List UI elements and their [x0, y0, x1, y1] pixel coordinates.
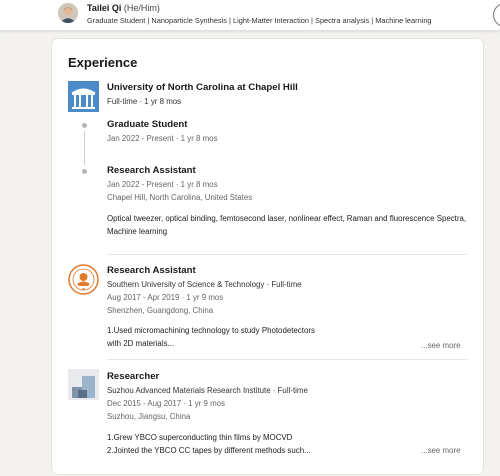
- position-title: Research Assistant: [107, 265, 196, 276]
- position-location: Shenzhen, Guangdong, China: [107, 306, 214, 315]
- position-description-line-2: 2.Jointed the YBCO CC tapes by different…: [107, 446, 311, 455]
- divider: [107, 254, 467, 255]
- role-dates: Jan 2022 - Present · 1 yr 8 mos: [107, 180, 218, 189]
- position-location: Suzhou, Jiangsu, China: [107, 412, 191, 421]
- more-button[interactable]: [493, 3, 500, 27]
- experience-card: Experience University of North Carolina …: [52, 39, 483, 474]
- position-description-line-1: 1.Grew YBCO superconducting thin films b…: [107, 433, 293, 442]
- see-more-link[interactable]: ...see more: [421, 446, 460, 455]
- unc-summary: Full-time · 1 yr 8 mos: [107, 97, 182, 106]
- timeline-dot: [82, 169, 87, 174]
- profile-headline: Graduate Student | Nanoparticle Synthesi…: [87, 16, 432, 25]
- position-dates: Aug 2017 - Apr 2019 · 1 yr 9 mos: [107, 293, 224, 302]
- position-description-line-1: 1.Used micromachining technology to stud…: [107, 326, 315, 335]
- position-dates: Dec 2015 - Aug 2017 · 1 yr 9 mos: [107, 399, 225, 408]
- position-title: Researcher: [107, 371, 160, 382]
- old-well-icon[interactable]: [68, 81, 99, 112]
- role-description: Optical tweezer, optical binding, femtos…: [107, 214, 467, 236]
- timeline-dot: [82, 123, 87, 128]
- org-name[interactable]: Southern University of Science & Technol…: [107, 280, 302, 289]
- unc-org-name[interactable]: University of North Carolina at Chapel H…: [107, 82, 298, 93]
- role-location: Chapel Hill, North Carolina, United Stat…: [107, 193, 253, 202]
- org-name[interactable]: Suzhou Advanced Materials Research Insti…: [107, 386, 308, 395]
- profile-top-bar: Tailei Qi (He/Him) Graduate Student | Na…: [0, 0, 500, 31]
- profile-pronouns: (He/Him): [123, 3, 160, 13]
- profile-name-line: Tailei Qi (He/Him): [87, 3, 160, 14]
- sairi-logo-icon[interactable]: [68, 369, 99, 400]
- role-dates: Jan 2022 - Present · 1 yr 8 mos: [107, 134, 218, 143]
- timeline-line: [84, 131, 85, 165]
- see-more-link[interactable]: ...see more: [421, 341, 460, 350]
- sustech-seal-icon[interactable]: [68, 264, 99, 295]
- role-title: Research Assistant: [107, 165, 196, 176]
- section-title: Experience: [68, 55, 138, 70]
- person-photo-icon: [58, 3, 78, 23]
- role-title: Graduate Student: [107, 119, 188, 130]
- profile-name[interactable]: Tailei Qi: [87, 3, 121, 13]
- divider: [107, 359, 467, 360]
- position-description-line-2: with 2D materials...: [107, 339, 175, 348]
- avatar[interactable]: [58, 3, 78, 23]
